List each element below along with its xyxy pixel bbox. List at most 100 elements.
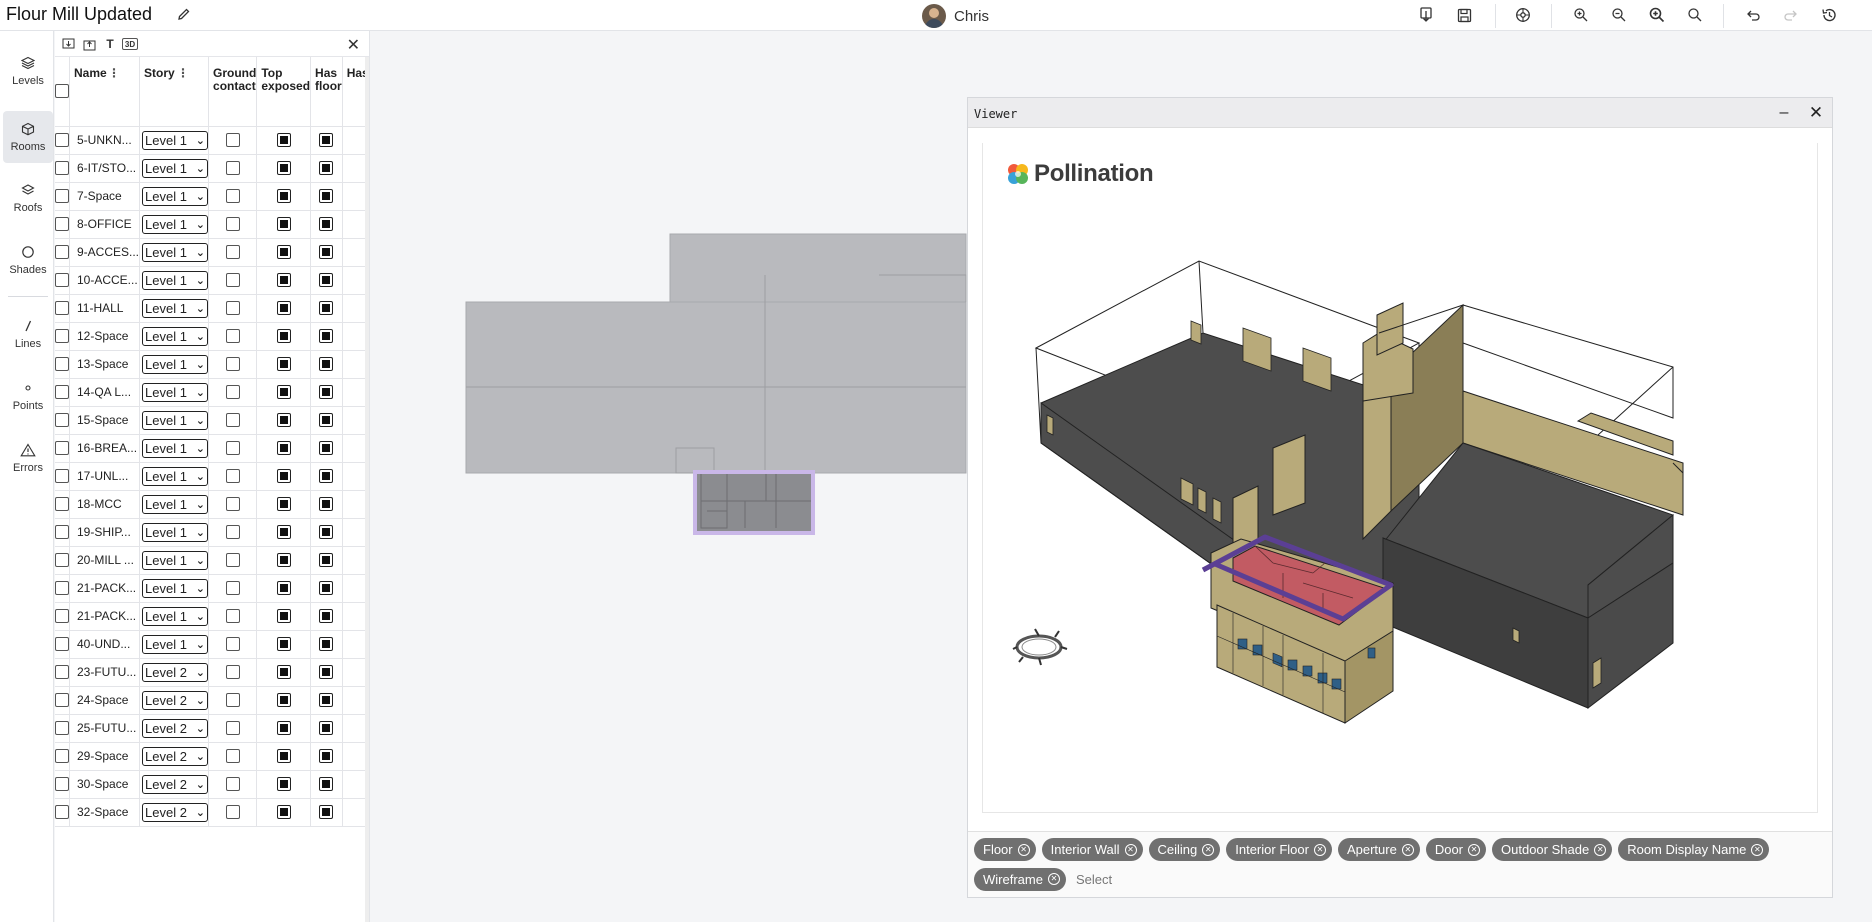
has-ceiling-checkbox[interactable] <box>369 497 370 511</box>
top-exposed-checkbox[interactable] <box>276 273 291 288</box>
story-select[interactable]: Level 1 ⌄ <box>142 158 209 178</box>
nav-shades[interactable]: Shades <box>2 234 54 286</box>
nav-rooms[interactable]: Rooms <box>3 111 53 163</box>
row-checkbox[interactable] <box>55 525 69 540</box>
top-exposed-checkbox[interactable] <box>276 413 291 428</box>
nav-points[interactable]: Points <box>2 370 54 422</box>
story-select[interactable]: Level 2 ⌄ <box>142 746 209 766</box>
has-ceiling-checkbox[interactable] <box>369 553 370 567</box>
has-ceiling-checkbox[interactable] <box>369 441 370 455</box>
ground-contact-checkbox[interactable] <box>225 721 240 736</box>
table-row[interactable]: 9-ACCES... Level 1 ⌄ <box>55 238 369 267</box>
room-name[interactable]: 18-MCC <box>69 490 141 519</box>
ground-contact-checkbox[interactable] <box>225 329 240 344</box>
top-exposed-checkbox[interactable] <box>276 665 291 680</box>
room-name[interactable]: 13-Space <box>69 350 141 379</box>
has-floor-checkbox[interactable] <box>319 665 334 680</box>
table-row[interactable]: 40-UND... Level 1 ⌄ <box>55 630 369 659</box>
story-select[interactable]: Level 1 ⌄ <box>142 354 209 374</box>
filter-chip[interactable]: Aperture ✕ <box>1337 838 1420 861</box>
redo-icon[interactable] <box>1782 6 1800 24</box>
save-icon[interactable] <box>1455 6 1473 24</box>
row-checkbox[interactable] <box>55 637 69 652</box>
row-checkbox[interactable] <box>55 357 69 372</box>
kebab-menu-icon[interactable]: ⋮ <box>107 66 121 80</box>
story-select[interactable]: Level 1 ⌄ <box>142 578 209 598</box>
has-floor-checkbox[interactable] <box>319 161 334 176</box>
top-exposed-checkbox[interactable] <box>276 357 291 372</box>
table-row[interactable]: 17-UNL... Level 1 ⌄ <box>55 462 369 491</box>
has-ceiling-checkbox[interactable] <box>369 357 370 371</box>
room-name[interactable]: 17-UNL... <box>69 462 141 491</box>
table-row[interactable]: 8-OFFICE Level 1 ⌄ <box>55 210 369 239</box>
undo-icon[interactable] <box>1744 6 1762 24</box>
has-ceiling-checkbox[interactable] <box>369 693 370 707</box>
remove-chip-icon[interactable]: ✕ <box>1047 873 1060 885</box>
has-ceiling-checkbox[interactable] <box>369 581 370 595</box>
has-ceiling-checkbox[interactable] <box>369 161 370 175</box>
has-ceiling-checkbox[interactable] <box>369 273 370 287</box>
has-floor-checkbox[interactable] <box>319 301 334 316</box>
table-row[interactable]: 16-BREA... Level 1 ⌄ <box>55 434 370 463</box>
room-name[interactable]: 7-Space <box>69 182 141 211</box>
has-floor-checkbox[interactable] <box>319 609 334 624</box>
top-exposed-checkbox[interactable] <box>276 693 291 708</box>
has-ceiling-checkbox[interactable] <box>369 721 370 735</box>
top-exposed-checkbox[interactable] <box>276 525 291 540</box>
room-name[interactable]: 32-Space <box>69 798 141 827</box>
has-ceiling-checkbox[interactable] <box>369 301 370 315</box>
table-row[interactable]: 20-MILL ... Level 1 ⌄ <box>55 546 370 575</box>
filter-chip[interactable]: Door ✕ <box>1425 838 1487 861</box>
has-ceiling-checkbox[interactable] <box>369 329 370 343</box>
story-select[interactable]: Level 2 ⌄ <box>142 690 209 710</box>
remove-chip-icon[interactable]: ✕ <box>1401 843 1414 856</box>
has-floor-checkbox[interactable] <box>319 777 334 792</box>
ground-contact-checkbox[interactable] <box>225 525 240 540</box>
import-icon[interactable] <box>1417 6 1435 24</box>
top-exposed-checkbox[interactable] <box>276 469 291 484</box>
room-name[interactable]: 24-Space <box>69 686 141 715</box>
row-checkbox[interactable] <box>55 721 69 736</box>
story-select[interactable]: Level 2 ⌄ <box>142 774 209 794</box>
ground-contact-checkbox[interactable] <box>225 133 240 148</box>
plan-room[interactable] <box>669 233 967 303</box>
close-panel-icon[interactable]: ✕ <box>347 35 360 55</box>
has-floor-checkbox[interactable] <box>319 273 334 288</box>
ground-contact-checkbox[interactable] <box>225 469 240 484</box>
room-name[interactable]: 9-ACCES... <box>69 238 141 267</box>
story-select[interactable]: Level 1 ⌄ <box>142 550 209 570</box>
room-name[interactable]: 8-OFFICE <box>69 210 141 239</box>
top-exposed-checkbox[interactable] <box>276 189 291 204</box>
story-select[interactable]: Level 1 ⌄ <box>142 186 209 206</box>
story-select[interactable]: Level 1 ⌄ <box>142 382 209 402</box>
table-row[interactable]: 7-Space Level 1 ⌄ <box>55 182 369 211</box>
nav-errors[interactable]: Errors <box>2 432 54 484</box>
building-model[interactable] <box>983 143 1819 813</box>
has-floor-checkbox[interactable] <box>319 385 334 400</box>
ground-contact-checkbox[interactable] <box>225 665 240 680</box>
remove-chip-icon[interactable]: ✕ <box>1313 843 1326 856</box>
table-row[interactable]: 25-FUTU... Level 2 ⌄ <box>55 714 370 743</box>
close-icon[interactable]: ✕ <box>1806 103 1826 123</box>
user-badge[interactable]: Chris <box>922 3 989 29</box>
remove-chip-icon[interactable]: ✕ <box>1017 843 1030 856</box>
top-exposed-checkbox[interactable] <box>276 161 291 176</box>
layer-select-input[interactable]: Select <box>1072 868 1112 891</box>
has-floor-checkbox[interactable] <box>319 245 334 260</box>
has-floor-checkbox[interactable] <box>319 329 334 344</box>
room-name[interactable]: 14-QA L... <box>69 378 141 407</box>
has-ceiling-checkbox[interactable] <box>369 805 370 819</box>
table-row[interactable]: 24-Space Level 2 ⌄ <box>55 686 370 715</box>
has-floor-checkbox[interactable] <box>319 441 334 456</box>
kebab-menu-icon[interactable]: ⋮ <box>176 66 190 80</box>
has-ceiling-checkbox[interactable] <box>369 749 370 763</box>
story-select[interactable]: Level 1 ⌄ <box>142 466 209 486</box>
col-top-exposed[interactable]: Top exposed <box>256 57 312 127</box>
col-name[interactable]: Name ⋮ <box>69 57 141 127</box>
has-ceiling-checkbox[interactable] <box>369 385 370 399</box>
row-checkbox[interactable] <box>55 693 69 708</box>
top-exposed-checkbox[interactable] <box>276 385 291 400</box>
has-floor-checkbox[interactable] <box>319 189 334 204</box>
room-name[interactable]: 12-Space <box>69 322 141 351</box>
has-floor-checkbox[interactable] <box>319 805 334 820</box>
